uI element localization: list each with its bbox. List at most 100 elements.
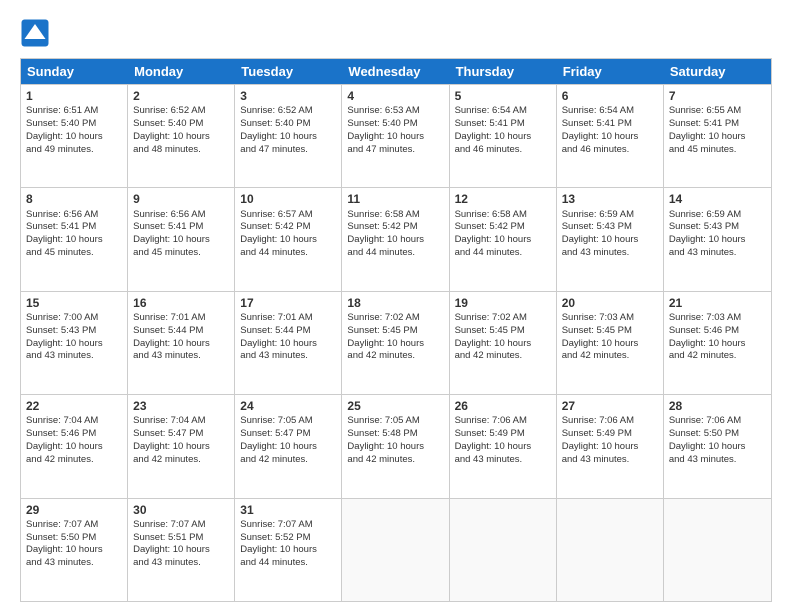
calendar-cell: 20Sunrise: 7:03 AMSunset: 5:45 PMDayligh… (557, 292, 664, 394)
calendar-cell: 12Sunrise: 6:58 AMSunset: 5:42 PMDayligh… (450, 188, 557, 290)
calendar-cell: 8Sunrise: 6:56 AMSunset: 5:41 PMDaylight… (21, 188, 128, 290)
day-number: 19 (455, 295, 551, 311)
day-number: 28 (669, 398, 766, 414)
calendar-cell: 28Sunrise: 7:06 AMSunset: 5:50 PMDayligh… (664, 395, 771, 497)
day-info: Sunrise: 6:53 AM (347, 105, 443, 118)
day-info: Sunrise: 6:56 AM (26, 209, 122, 222)
day-info: Sunset: 5:42 PM (347, 221, 443, 234)
day-info: Daylight: 10 hours (669, 131, 766, 144)
calendar-cell: 9Sunrise: 6:56 AMSunset: 5:41 PMDaylight… (128, 188, 235, 290)
day-info: Sunrise: 6:52 AM (133, 105, 229, 118)
calendar-cell: 19Sunrise: 7:02 AMSunset: 5:45 PMDayligh… (450, 292, 557, 394)
calendar-cell (557, 499, 664, 601)
day-info: Sunset: 5:49 PM (562, 428, 658, 441)
calendar-header-cell: Thursday (450, 59, 557, 84)
day-info: and 44 minutes. (240, 247, 336, 260)
day-info: Sunset: 5:43 PM (562, 221, 658, 234)
day-info: Sunrise: 7:04 AM (133, 415, 229, 428)
calendar-cell: 14Sunrise: 6:59 AMSunset: 5:43 PMDayligh… (664, 188, 771, 290)
day-info: Sunset: 5:51 PM (133, 532, 229, 545)
day-number: 16 (133, 295, 229, 311)
day-info: Daylight: 10 hours (26, 338, 122, 351)
calendar-cell: 7Sunrise: 6:55 AMSunset: 5:41 PMDaylight… (664, 85, 771, 187)
day-info: Sunrise: 7:06 AM (669, 415, 766, 428)
day-info: Sunset: 5:40 PM (347, 118, 443, 131)
day-info: Sunset: 5:45 PM (562, 325, 658, 338)
calendar-cell: 21Sunrise: 7:03 AMSunset: 5:46 PMDayligh… (664, 292, 771, 394)
day-number: 31 (240, 502, 336, 518)
calendar-cell: 1Sunrise: 6:51 AMSunset: 5:40 PMDaylight… (21, 85, 128, 187)
day-info: Daylight: 10 hours (26, 441, 122, 454)
calendar-row: 8Sunrise: 6:56 AMSunset: 5:41 PMDaylight… (21, 187, 771, 290)
day-number: 27 (562, 398, 658, 414)
day-info: Daylight: 10 hours (669, 234, 766, 247)
calendar-cell: 31Sunrise: 7:07 AMSunset: 5:52 PMDayligh… (235, 499, 342, 601)
day-info: Sunrise: 7:06 AM (562, 415, 658, 428)
day-info: Sunrise: 7:00 AM (26, 312, 122, 325)
day-info: Sunset: 5:46 PM (26, 428, 122, 441)
day-info: and 48 minutes. (133, 144, 229, 157)
day-info: Daylight: 10 hours (26, 234, 122, 247)
day-info: Daylight: 10 hours (133, 544, 229, 557)
day-info: Daylight: 10 hours (347, 131, 443, 144)
day-info: Sunset: 5:45 PM (347, 325, 443, 338)
calendar-row: 29Sunrise: 7:07 AMSunset: 5:50 PMDayligh… (21, 498, 771, 601)
day-info: Sunset: 5:40 PM (133, 118, 229, 131)
calendar-cell: 26Sunrise: 7:06 AMSunset: 5:49 PMDayligh… (450, 395, 557, 497)
day-info: and 43 minutes. (562, 247, 658, 260)
day-info: Sunrise: 7:03 AM (669, 312, 766, 325)
day-info: and 42 minutes. (455, 350, 551, 363)
calendar-cell: 27Sunrise: 7:06 AMSunset: 5:49 PMDayligh… (557, 395, 664, 497)
day-info: Sunset: 5:41 PM (455, 118, 551, 131)
day-info: and 44 minutes. (455, 247, 551, 260)
calendar-cell: 5Sunrise: 6:54 AMSunset: 5:41 PMDaylight… (450, 85, 557, 187)
calendar-cell: 18Sunrise: 7:02 AMSunset: 5:45 PMDayligh… (342, 292, 449, 394)
day-info: Sunrise: 6:52 AM (240, 105, 336, 118)
day-info: Daylight: 10 hours (562, 131, 658, 144)
day-info: Sunset: 5:40 PM (26, 118, 122, 131)
day-info: Sunset: 5:42 PM (455, 221, 551, 234)
calendar: SundayMondayTuesdayWednesdayThursdayFrid… (20, 58, 772, 602)
day-number: 9 (133, 191, 229, 207)
day-info: Daylight: 10 hours (562, 234, 658, 247)
day-number: 24 (240, 398, 336, 414)
day-number: 13 (562, 191, 658, 207)
day-info: and 47 minutes. (347, 144, 443, 157)
day-info: and 46 minutes. (455, 144, 551, 157)
day-info: Sunrise: 7:05 AM (347, 415, 443, 428)
day-number: 6 (562, 88, 658, 104)
day-info: Sunset: 5:52 PM (240, 532, 336, 545)
calendar-header-cell: Sunday (21, 59, 128, 84)
calendar-cell: 15Sunrise: 7:00 AMSunset: 5:43 PMDayligh… (21, 292, 128, 394)
calendar-cell: 4Sunrise: 6:53 AMSunset: 5:40 PMDaylight… (342, 85, 449, 187)
day-info: and 49 minutes. (26, 144, 122, 157)
day-number: 29 (26, 502, 122, 518)
day-info: Sunset: 5:41 PM (133, 221, 229, 234)
calendar-cell (664, 499, 771, 601)
calendar-row: 15Sunrise: 7:00 AMSunset: 5:43 PMDayligh… (21, 291, 771, 394)
day-info: Sunrise: 7:05 AM (240, 415, 336, 428)
day-info: Daylight: 10 hours (669, 441, 766, 454)
day-info: Sunrise: 7:01 AM (133, 312, 229, 325)
day-info: Sunrise: 6:57 AM (240, 209, 336, 222)
day-info: Sunset: 5:47 PM (133, 428, 229, 441)
calendar-cell: 25Sunrise: 7:05 AMSunset: 5:48 PMDayligh… (342, 395, 449, 497)
day-info: Daylight: 10 hours (455, 131, 551, 144)
day-info: Sunrise: 7:02 AM (455, 312, 551, 325)
calendar-cell: 11Sunrise: 6:58 AMSunset: 5:42 PMDayligh… (342, 188, 449, 290)
day-info: Daylight: 10 hours (133, 441, 229, 454)
page: SundayMondayTuesdayWednesdayThursdayFrid… (0, 0, 792, 612)
day-info: Sunrise: 7:01 AM (240, 312, 336, 325)
day-info: and 42 minutes. (562, 350, 658, 363)
day-info: Sunset: 5:41 PM (562, 118, 658, 131)
day-info: Daylight: 10 hours (562, 441, 658, 454)
day-info: and 42 minutes. (133, 454, 229, 467)
logo-icon (20, 18, 50, 48)
day-info: Sunrise: 6:58 AM (455, 209, 551, 222)
calendar-cell: 10Sunrise: 6:57 AMSunset: 5:42 PMDayligh… (235, 188, 342, 290)
calendar-cell: 17Sunrise: 7:01 AMSunset: 5:44 PMDayligh… (235, 292, 342, 394)
day-number: 15 (26, 295, 122, 311)
day-number: 14 (669, 191, 766, 207)
header (20, 18, 772, 48)
day-info: and 43 minutes. (133, 350, 229, 363)
